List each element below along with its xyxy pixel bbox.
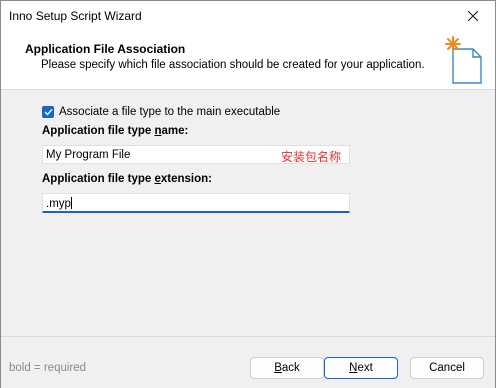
wizard-content: Associate a file type to the main execut… <box>1 90 495 336</box>
file-type-extension-value: .myp <box>46 197 72 210</box>
cancel-button[interactable]: Cancel <box>410 357 484 379</box>
annotation-note: 安装包名称 <box>280 150 341 164</box>
back-button[interactable]: Back <box>250 357 324 379</box>
associate-checkbox-row[interactable]: Associate a file type to the main execut… <box>42 106 280 118</box>
page-title: Application File Association <box>25 42 186 56</box>
wizard-header: Application File Association Please spec… <box>1 31 495 90</box>
next-button[interactable]: Next <box>324 357 398 379</box>
required-legend: bold = required <box>9 362 87 374</box>
close-icon <box>468 11 478 21</box>
name-field-label: Application file type name: <box>42 125 189 137</box>
title-bar: Inno Setup Script Wizard <box>1 1 495 31</box>
extension-field-label: Application file type extension: <box>42 173 212 185</box>
wizard-footer: bold = required Back Next Cancel <box>1 336 495 388</box>
associate-checkbox-label: Associate a file type to the main execut… <box>59 106 281 118</box>
file-type-name-value: My Program File <box>46 149 131 161</box>
file-type-extension-input[interactable]: .myp <box>42 193 350 213</box>
associate-checkbox[interactable] <box>42 106 54 118</box>
close-button[interactable] <box>451 1 495 31</box>
page-subtitle: Please specify which file association sh… <box>41 59 425 71</box>
window-title: Inno Setup Script Wizard <box>9 9 142 23</box>
wizard-document-icon <box>445 36 482 84</box>
checkmark-icon <box>44 109 53 116</box>
file-type-name-input[interactable]: My Program File 安装包名称 <box>42 145 350 164</box>
wizard-window: Inno Setup Script Wizard Application Fil… <box>0 0 496 388</box>
